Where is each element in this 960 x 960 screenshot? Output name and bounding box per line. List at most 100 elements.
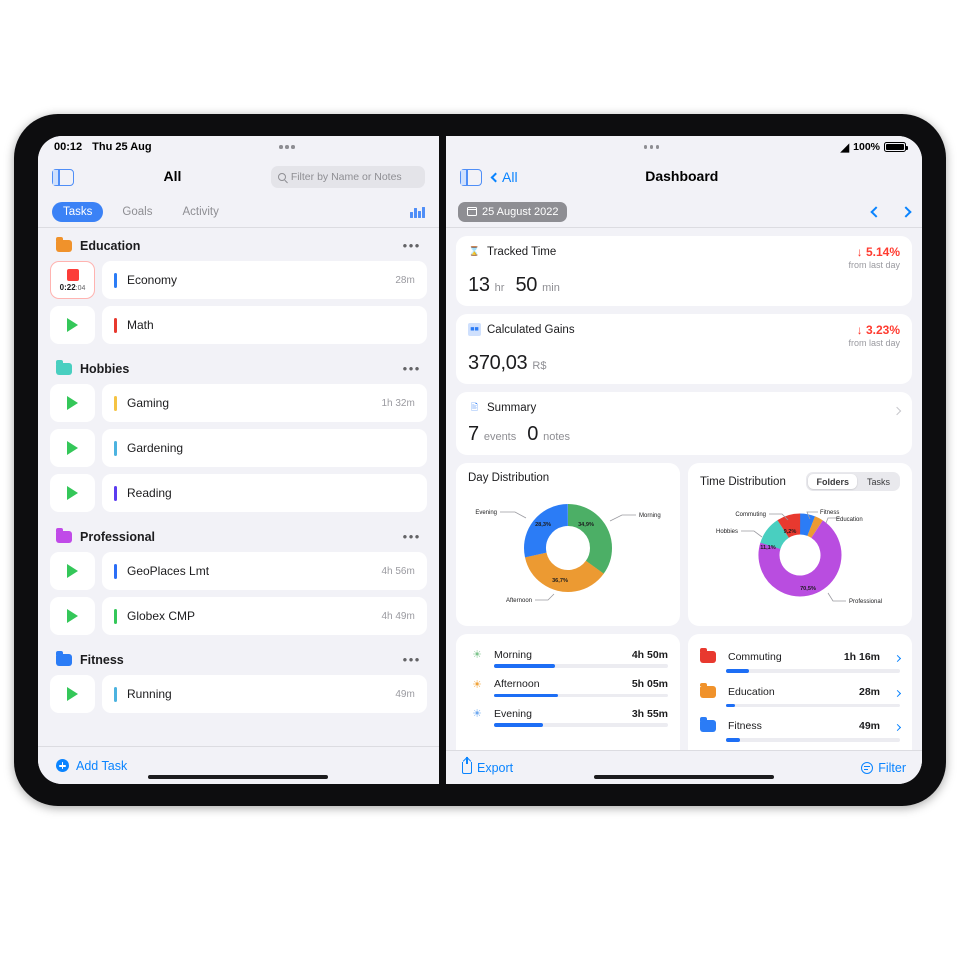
filter-button[interactable]: Filter [861, 761, 906, 775]
folder-value: 1h 16m [843, 651, 880, 663]
day-part-name: Morning [494, 648, 532, 661]
time-distribution-list[interactable]: Commuting1h 16mEducation28mFitness49mHob… [688, 634, 912, 750]
tab-activity[interactable]: Activity [171, 202, 229, 222]
day-distribution-list[interactable]: ☀ Morning 4h 50m ☀ Afternoon 5h 05m ☀ Evening 3h… [456, 634, 680, 750]
task-color-bar [114, 563, 117, 579]
disclosure-chevron-icon[interactable] [893, 648, 902, 666]
summary-card[interactable]: 🖹 Summary 7 events 0 notes [456, 392, 912, 455]
tab-goals[interactable]: Goals [111, 202, 163, 222]
pane-divider[interactable] [438, 136, 446, 784]
seg-tasks-time[interactable]: Tasks [859, 474, 898, 489]
task-row[interactable]: Running 49m [50, 675, 427, 713]
hourglass-icon: ⌛ [468, 246, 481, 256]
task-name: Running [127, 687, 172, 701]
back-label: All [502, 169, 518, 185]
dashboard-pane: ◢ 100% All Dashboard 25 August 2022 ⌛ Tr… [446, 136, 922, 784]
task-group-list[interactable]: Education ••• 0:22:04 Economy 28m Math Hobbies… [38, 228, 439, 746]
play-icon [67, 318, 78, 332]
start-timer-button[interactable] [50, 429, 95, 467]
date-picker-button[interactable]: 25 August 2022 [458, 201, 568, 222]
add-task-button[interactable]: Add Task [76, 759, 127, 773]
task-card[interactable]: Globex CMP 4h 49m [102, 597, 427, 635]
task-row[interactable]: Gardening [50, 429, 427, 467]
disclosure-chevron-icon[interactable] [893, 683, 902, 701]
progress-fill [726, 738, 740, 742]
left-nav-bar: All Filter by Name or Notes [38, 158, 439, 196]
folder-icon [700, 682, 716, 698]
task-group-more-button[interactable]: ••• [403, 530, 421, 543]
time-distribution-segmented[interactable]: Folders Tasks [806, 472, 900, 491]
task-row[interactable]: Reading [50, 474, 427, 512]
tracked-minutes-unit: min [542, 282, 560, 294]
day-distribution-donut[interactable]: 34,9% 36,7% 28,3% Morning Evening Aftern… [468, 490, 668, 610]
search-input[interactable]: Filter by Name or Notes [270, 166, 425, 188]
task-row[interactable]: GeoPlaces Lmt 4h 56m [50, 552, 427, 590]
task-card[interactable]: Math [102, 306, 427, 344]
back-button[interactable]: All [490, 169, 518, 185]
task-row[interactable]: Gaming 1h 32m [50, 384, 427, 422]
task-group-more-button[interactable]: ••• [403, 653, 421, 666]
seg-folders-time[interactable]: Folders [808, 474, 857, 489]
tracked-time-card[interactable]: ⌛ Tracked Time ↓ 5.14% from last day 13 … [456, 236, 912, 306]
task-card[interactable]: Reading [102, 474, 427, 512]
start-timer-button[interactable] [50, 306, 95, 344]
statistics-icon[interactable] [410, 206, 425, 218]
task-card[interactable]: GeoPlaces Lmt 4h 56m [102, 552, 427, 590]
task-group-name: Hobbies [80, 362, 130, 376]
task-color-bar [114, 440, 117, 456]
task-group-more-button[interactable]: ••• [403, 239, 421, 252]
task-row[interactable]: Globex CMP 4h 49m [50, 597, 427, 635]
dashboard-scroll[interactable]: ⌛ Tracked Time ↓ 5.14% from last day 13 … [446, 228, 922, 750]
multitask-handle-icon[interactable] [279, 145, 295, 149]
task-duration: 1h 32m [381, 397, 415, 409]
summary-chevron-icon[interactable] [892, 401, 902, 419]
start-timer-button[interactable] [50, 384, 95, 422]
time-label-hobbies: Hobbies [716, 529, 738, 535]
task-group-more-button[interactable]: ••• [403, 362, 421, 375]
share-icon [462, 756, 472, 774]
list-item[interactable]: ☀ Morning 4h 50m [468, 643, 668, 673]
task-card[interactable]: Gaming 1h 32m [102, 384, 427, 422]
play-icon [67, 609, 78, 623]
gains-delta: ↓ 3.23% [856, 323, 900, 337]
list-item[interactable]: Education 28m [700, 678, 902, 713]
list-item[interactable]: Commuting 1h 16m [700, 643, 902, 678]
previous-day-button[interactable] [870, 205, 882, 218]
start-timer-button[interactable] [50, 474, 95, 512]
date-bar: 25 August 2022 [446, 196, 922, 228]
list-item[interactable]: ☀ Afternoon 5h 05m [468, 673, 668, 703]
task-card[interactable]: Running 49m [102, 675, 427, 713]
task-card[interactable]: Economy 28m [102, 261, 427, 299]
time-distribution-donut[interactable]: 9,2% 11,1% 70,5% Commuting Hobbies Fitne… [700, 497, 900, 617]
task-card[interactable]: Gardening [102, 429, 427, 467]
progress-track [494, 664, 668, 668]
stop-icon [66, 268, 79, 281]
tasks-pane: 00:12 Thu 25 Aug All Filter by Name or N… [38, 136, 439, 784]
task-group-header: Hobbies ••• [50, 351, 427, 384]
export-button[interactable]: Export [462, 756, 513, 775]
next-day-button[interactable] [900, 205, 912, 218]
start-timer-button[interactable] [50, 552, 95, 590]
timer-display: 0:22:04 [59, 282, 86, 292]
task-name: Globex CMP [127, 609, 196, 623]
list-item[interactable]: Fitness 49m [700, 712, 902, 747]
start-timer-button[interactable] [50, 597, 95, 635]
list-item[interactable]: ☀ Evening 3h 55m [468, 702, 668, 732]
dashboard-sidebar-toggle-icon[interactable] [460, 168, 482, 186]
time-label-commuting: Commuting [735, 512, 766, 518]
task-name: Reading [127, 486, 172, 500]
tab-tasks[interactable]: Tasks [52, 201, 104, 222]
start-timer-button[interactable] [50, 675, 95, 713]
task-duration: 28m [395, 274, 415, 286]
progress-fill [726, 703, 735, 707]
stop-timer-button[interactable]: 0:22:04 [50, 261, 95, 299]
calculated-gains-card[interactable]: ■■ Calculated Gains ↓ 3.23% from last da… [456, 314, 912, 384]
disclosure-chevron-icon[interactable] [893, 717, 902, 735]
task-color-bar [114, 395, 117, 411]
task-row[interactable]: Math [50, 306, 427, 344]
task-row[interactable]: 0:22:04 Economy 28m [50, 261, 427, 299]
multitask-handle-icon-right[interactable] [643, 145, 660, 149]
right-status-bar: ◢ 100% [446, 136, 922, 158]
sidebar-toggle-icon[interactable] [52, 168, 74, 186]
day-distribution-card: Day Distribution 34,9% 36,7% 28,3% Morni… [456, 463, 680, 626]
